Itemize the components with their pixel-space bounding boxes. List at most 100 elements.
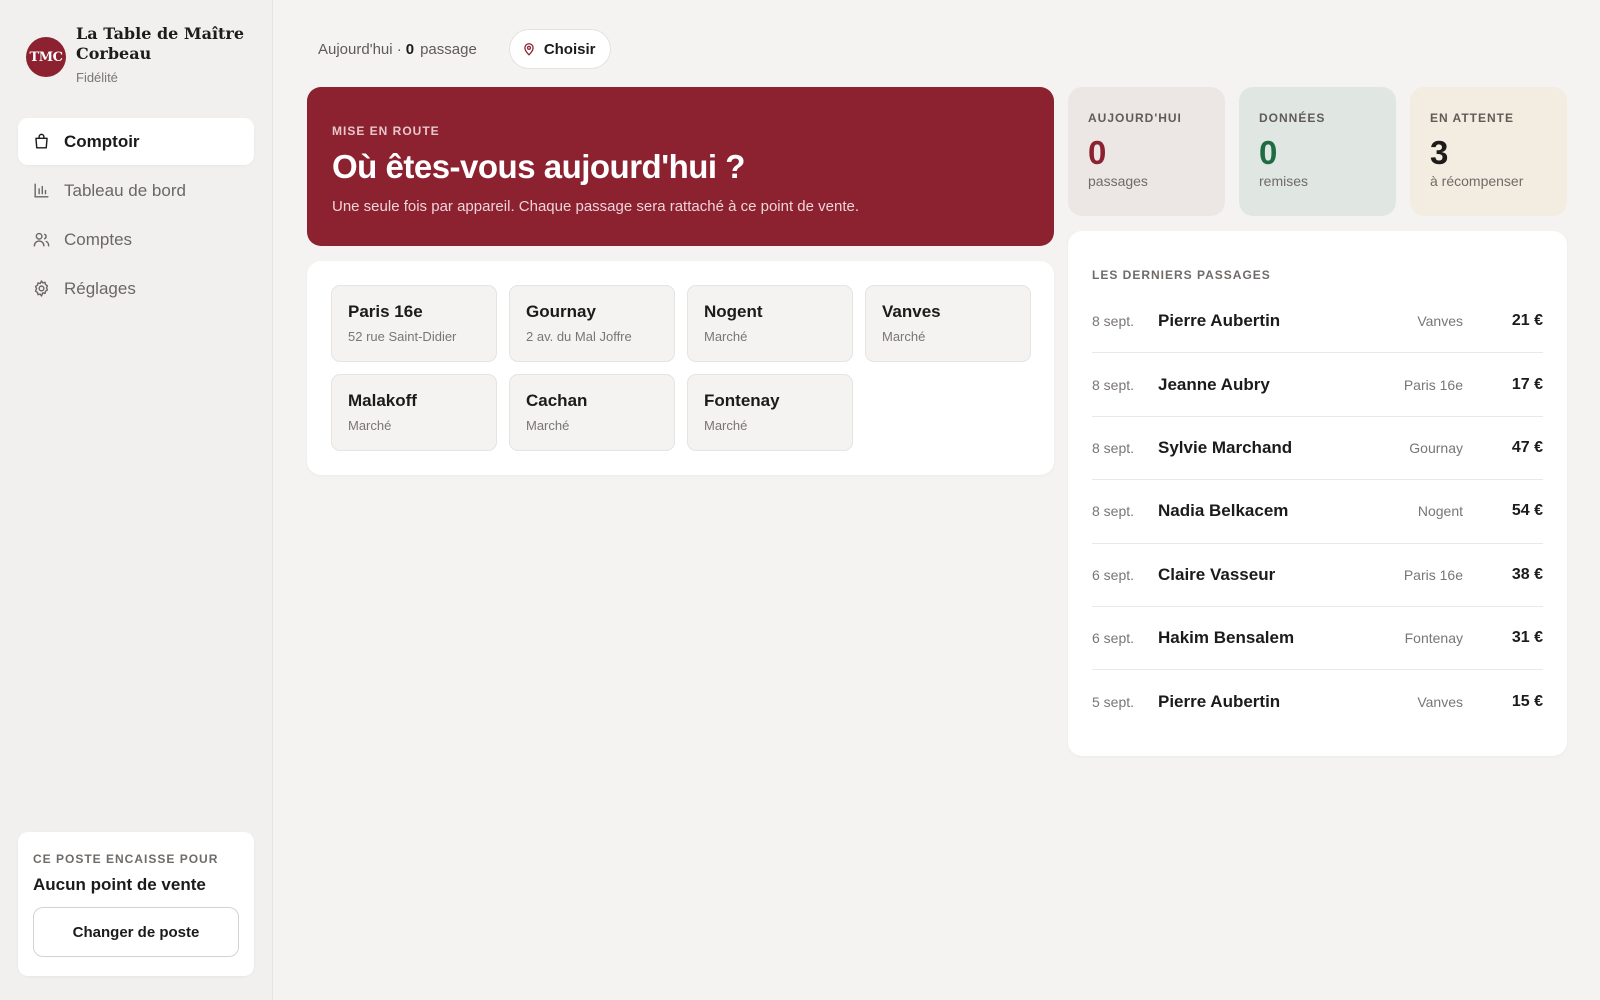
hero-text: Une seule fois par appareil. Chaque pass… [332, 198, 860, 215]
passage-row[interactable]: 5 sept. Pierre Aubertin Vanves 15 € [1092, 670, 1543, 733]
sidebar: TMC La Table de Maître Corbeau Fidélité … [0, 0, 273, 1000]
nav-item-label: Comptoir [64, 131, 140, 151]
passage-row[interactable]: 8 sept. Jeanne Aubry Paris 16e 17 € [1092, 353, 1543, 417]
passage-amount: 38 € [1511, 565, 1543, 583]
location-card[interactable]: Fontenay Marché [687, 374, 853, 451]
passage-name: Jeanne Aubry [1158, 374, 1270, 394]
brand: TMC La Table de Maître Corbeau Fidélité [26, 24, 246, 85]
location-address: Marché [882, 329, 926, 344]
passage-place: Vanves [1417, 694, 1463, 711]
location-card[interactable]: Paris 16e 52 rue Saint-Didier [331, 285, 497, 362]
location-card[interactable]: Vanves Marché [865, 285, 1031, 362]
passage-place: Vanves [1417, 313, 1463, 330]
poste-card: CE POSTE ENCAISSE POUR Aucun point de ve… [18, 832, 254, 976]
passage-name: Nadia Belkacem [1158, 501, 1289, 521]
location-card[interactable]: Malakoff Marché [331, 374, 497, 451]
passage-date: 6 sept. [1092, 630, 1135, 647]
stat-card-en-attente: EN ATTENTE 3 à récompenser [1410, 87, 1567, 216]
stat-label: AUJOURD'HUI [1088, 111, 1182, 125]
location-name: Vanves [882, 302, 941, 321]
stat-label: DONNÉES [1259, 111, 1326, 125]
topbar: Aujourd'hui · 0 passage Choisir [318, 29, 611, 69]
hero-kicker: MISE EN ROUTE [332, 124, 440, 138]
location-address: Marché [704, 329, 748, 344]
location-address: Marché [704, 418, 748, 433]
nav-item-label: Réglages [64, 278, 136, 298]
location-name: Fontenay [704, 391, 780, 410]
passage-name: Sylvie Marchand [1158, 437, 1293, 457]
passage-amount: 54 € [1511, 502, 1543, 520]
passage-date: 8 sept. [1092, 503, 1135, 520]
stat-value: 3 [1430, 134, 1449, 171]
passage-place: Paris 16e [1403, 566, 1463, 583]
passage-row[interactable]: 8 sept. Pierre Aubertin Vanves 21 € [1092, 290, 1543, 354]
bar-chart-icon [34, 183, 49, 198]
stat-value: 0 [1088, 134, 1107, 171]
stat-card-today: AUJOURD'HUI 0 passages [1068, 87, 1225, 216]
passage-date: 8 sept. [1092, 313, 1135, 330]
stat-sub: remises [1259, 173, 1309, 189]
passage-date: 5 sept. [1092, 694, 1135, 711]
passage-amount: 15 € [1511, 693, 1543, 711]
passage-date: 6 sept. [1092, 566, 1135, 583]
nav-item-label: Tableau de bord [64, 180, 186, 200]
location-name: Paris 16e [348, 302, 423, 321]
location-address: Marché [348, 418, 392, 433]
passage-name: Claire Vasseur [1158, 564, 1276, 584]
location-card[interactable]: Gournay 2 av. du Mal Joffre [509, 285, 675, 362]
recent-title: LES DERNIERS PASSAGES [1092, 268, 1271, 282]
passage-name: Pierre Aubertin [1158, 692, 1281, 712]
stat-label: EN ATTENTE [1430, 111, 1514, 125]
brand-name: La Table de Maître Corbeau [76, 24, 245, 63]
passage-date: 8 sept. [1092, 439, 1135, 456]
stat-sub: passages [1088, 173, 1148, 189]
stat-value: 0 [1259, 134, 1278, 171]
shopping-bag-icon [35, 133, 48, 149]
main-nav: Comptoir Tableau de bord Comptes Réglage… [18, 118, 254, 314]
locations-grid: Paris 16e 52 rue Saint-Didier Gournay 2 … [331, 285, 1031, 451]
nav-item-label: Comptes [64, 229, 133, 249]
passage-place: Gournay [1409, 439, 1463, 456]
today-suffix: passage [420, 40, 477, 58]
nav-item-tableau-de-bord[interactable]: Tableau de bord [18, 167, 254, 214]
change-poste-button[interactable]: Changer de poste [33, 907, 239, 957]
passage-place: Paris 16e [1403, 376, 1463, 393]
today-prefix: Aujourd'hui · [318, 40, 402, 58]
location-name: Malakoff [348, 391, 417, 410]
passage-name: Hakim Bensalem [1158, 628, 1295, 648]
gear-icon [34, 280, 49, 297]
brand-logo: TMC [26, 37, 66, 77]
location-name: Gournay [526, 302, 596, 321]
passage-amount: 31 € [1511, 629, 1543, 647]
setup-hero: MISE EN ROUTE Où êtes-vous aujourd'hui ?… [307, 87, 1054, 246]
stat-sub: à récompenser [1430, 173, 1524, 189]
location-card[interactable]: Cachan Marché [509, 374, 675, 451]
nav-item-reglages[interactable]: Réglages [18, 265, 254, 312]
users-icon [33, 232, 50, 247]
location-name: Cachan [526, 391, 588, 410]
passage-date: 8 sept. [1092, 376, 1135, 393]
nav-item-comptes[interactable]: Comptes [18, 216, 254, 263]
passage-row[interactable]: 8 sept. Nadia Belkacem Nogent 54 € [1092, 480, 1543, 544]
passage-place: Fontenay [1404, 630, 1463, 647]
location-card[interactable]: Nogent Marché [687, 285, 853, 362]
location-address: 52 rue Saint-Didier [348, 329, 457, 344]
passage-row[interactable]: 6 sept. Claire Vasseur Paris 16e 38 € [1092, 544, 1543, 607]
choose-location-button[interactable]: Choisir [508, 29, 611, 69]
passage-name: Pierre Aubertin [1158, 311, 1281, 331]
stat-card-donnees: DONNÉES 0 remises [1239, 87, 1396, 216]
location-address: Marché [526, 418, 570, 433]
hero-title: Où êtes-vous aujourd'hui ? [332, 148, 745, 185]
recent-list: 8 sept. Pierre Aubertin Vanves 21 € 8 se… [1092, 290, 1543, 734]
passage-row[interactable]: 8 sept. Sylvie Marchand Gournay 47 € [1092, 417, 1543, 481]
location-name: Nogent [704, 302, 763, 321]
today-count: 0 [405, 40, 415, 58]
choose-label: Choisir [543, 40, 596, 58]
nav-item-comptoir[interactable]: Comptoir [18, 118, 254, 165]
passage-amount: 17 € [1511, 375, 1543, 393]
poste-value: Aucun point de vente [33, 875, 206, 894]
poste-label: CE POSTE ENCAISSE POUR [33, 852, 219, 866]
passage-row[interactable]: 6 sept. Hakim Bensalem Fontenay 31 € [1092, 607, 1543, 671]
brand-subtitle: Fidélité [76, 70, 118, 85]
passage-place: Nogent [1417, 503, 1463, 520]
